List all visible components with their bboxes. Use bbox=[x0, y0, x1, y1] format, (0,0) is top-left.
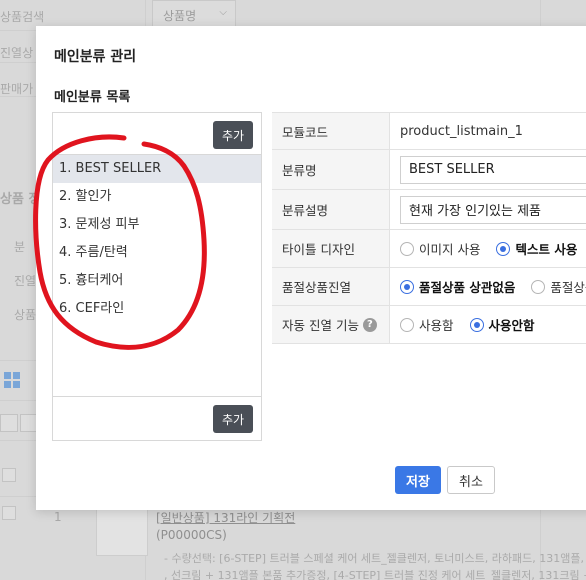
add-category-button-top[interactable]: 추가 bbox=[213, 121, 253, 149]
save-button[interactable]: 저장 bbox=[395, 466, 441, 494]
category-list: 1. BEST SELLER 2. 할인가 3. 문제성 피부 4. 주름/탄력 5. … bbox=[53, 155, 261, 323]
form-row-category-desc: 분류설명 현재 가장 인기있는 제품 bbox=[272, 190, 586, 230]
radio-dot bbox=[400, 241, 414, 256]
bg-product-code: (P00000CS) bbox=[156, 528, 227, 542]
soldout-only-radio[interactable]: 품절상품 bbox=[531, 277, 586, 296]
radio-label: 텍스트 사용 bbox=[515, 242, 578, 257]
bg-filter-select[interactable]: 상품명 ⌵ bbox=[152, 0, 236, 28]
auto-display-label: 자동 진열 기능 bbox=[282, 318, 359, 333]
main-category-modal: 메인분류 관리 메인분류 목록 추가 1. BEST SELLER 2. 할인가 3… bbox=[36, 26, 586, 510]
radio-label: 사용안함 bbox=[488, 318, 535, 333]
module-code-value: product_listmain_1 bbox=[400, 123, 523, 139]
soldout-any-radio[interactable]: 품절상품 상관없음 bbox=[400, 277, 515, 296]
help-icon[interactable]: ? bbox=[362, 317, 377, 332]
bg-label-display2: 진열 bbox=[14, 274, 37, 288]
bg-label-display: 진열상 bbox=[0, 46, 34, 60]
form-row-title-design: 타이틀 디자인 이미지 사용 텍스트 사용 bbox=[272, 230, 586, 268]
category-desc-cell: 현재 가장 인기있는 제품 bbox=[390, 190, 586, 229]
bg-label-category: 분 bbox=[14, 240, 26, 254]
category-form: 모듈코드 product_listmain_1 분류명 BEST SELLER … bbox=[272, 112, 586, 344]
radio-dot bbox=[469, 317, 484, 332]
auto-display-on-radio[interactable]: 사용함 bbox=[400, 315, 454, 334]
section-title: 메인분류 목록 bbox=[54, 90, 131, 105]
category-list-item[interactable]: 1. BEST SELLER bbox=[53, 155, 261, 183]
modal-title: 메인분류 관리 bbox=[54, 49, 137, 65]
add-category-button-bottom[interactable]: 추가 bbox=[213, 405, 253, 433]
category-list-toolbar: 추가 bbox=[53, 113, 261, 155]
form-row-category-name: 분류명 BEST SELLER bbox=[272, 150, 586, 190]
category-list-item[interactable]: 3. 문제성 피부 bbox=[53, 211, 261, 239]
radio-label: 사용함 bbox=[419, 318, 454, 333]
bg-product-thumbnail bbox=[96, 508, 148, 556]
title-design-text-radio[interactable]: 텍스트 사용 bbox=[496, 239, 577, 258]
form-row-soldout: 품절상품진열 품절상품 상관없음 품절상품 bbox=[272, 268, 586, 306]
bg-label-product-search: 상품검색 bbox=[0, 10, 45, 24]
soldout-label: 품절상품진열 bbox=[272, 268, 390, 305]
radio-dot bbox=[400, 279, 414, 294]
bg-label-product: 상품 bbox=[14, 308, 37, 322]
category-desc-label: 분류설명 bbox=[272, 190, 390, 229]
bg-label-product-info: 상품 정 bbox=[0, 192, 41, 207]
radio-dot bbox=[531, 279, 546, 294]
radio-dot bbox=[496, 241, 511, 256]
category-list-footer: 추가 bbox=[53, 396, 261, 440]
category-list-item[interactable]: 5. 흉터케어 bbox=[53, 267, 261, 295]
title-design-image-radio[interactable]: 이미지 사용 bbox=[400, 239, 480, 258]
radio-label: 품절상품 상관없음 bbox=[419, 280, 516, 295]
bg-filter-select-value: 상품명 bbox=[163, 9, 197, 23]
auto-display-radios: 사용함 사용안함 bbox=[390, 306, 586, 343]
module-code-label: 모듈코드 bbox=[272, 113, 390, 149]
category-list-item[interactable]: 2. 할인가 bbox=[53, 183, 261, 211]
auto-display-off-radio[interactable]: 사용안함 bbox=[469, 315, 535, 334]
radio-label: 이미지 사용 bbox=[419, 242, 481, 257]
bg-row-checkbox[interactable] bbox=[2, 506, 16, 520]
form-row-auto-display: 자동 진열 기능 ? 사용함 사용안함 bbox=[272, 306, 586, 344]
soldout-radios: 품절상품 상관없음 품절상품 bbox=[390, 268, 586, 305]
radio-label: 품절상품 bbox=[550, 280, 586, 295]
chevron-down-icon: ⌵ bbox=[219, 7, 227, 18]
title-design-radios: 이미지 사용 텍스트 사용 bbox=[390, 230, 586, 267]
bg-product-link[interactable]: [일반상품] 131라인 기획전 bbox=[156, 509, 295, 526]
bg-row-number: 1 bbox=[54, 510, 62, 524]
bg-sort-select[interactable] bbox=[0, 414, 18, 432]
category-name-input[interactable]: BEST SELLER bbox=[400, 155, 586, 184]
bg-checkbox[interactable] bbox=[2, 468, 16, 482]
category-name-cell: BEST SELLER bbox=[390, 150, 586, 189]
bg-product-option: , 선크림 + 131앰플 본품 추가증정, [4-STEP] 트러블 진정 케… bbox=[164, 569, 586, 580]
category-list-panel: 추가 1. BEST SELLER 2. 할인가 3. 문제성 피부 4. 주름/탄력… bbox=[52, 112, 262, 441]
category-desc-input[interactable]: 현재 가장 인기있는 제품 bbox=[400, 195, 586, 224]
cancel-button[interactable]: 취소 bbox=[447, 466, 495, 494]
bg-product-option: - 수량선택: [6-STEP] 트러블 스페셜 케어 세트_젤클렌저, 토너미… bbox=[164, 552, 584, 565]
category-list-item[interactable]: 4. 주름/탄력 bbox=[53, 239, 261, 267]
category-name-label: 분류명 bbox=[272, 150, 390, 189]
grid-view-icon[interactable] bbox=[4, 372, 20, 388]
category-list-item[interactable]: 6. CEF라인 bbox=[53, 295, 261, 323]
bg-label-price: 판매가 bbox=[0, 82, 34, 96]
radio-dot bbox=[400, 317, 414, 332]
title-design-label: 타이틀 디자인 bbox=[272, 230, 390, 267]
form-row-module-code: 모듈코드 product_listmain_1 bbox=[272, 112, 586, 150]
auto-display-label-cell: 자동 진열 기능 ? bbox=[272, 306, 390, 343]
